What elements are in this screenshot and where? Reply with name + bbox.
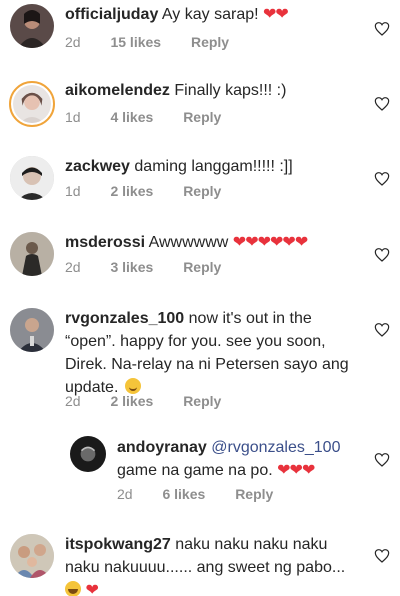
- like-heart-icon[interactable]: [374, 322, 390, 338]
- like-heart-icon[interactable]: [374, 96, 390, 112]
- comment-line: game na game na po. ❤❤❤: [117, 459, 340, 482]
- comment-body: rvgonzales_100 now it's out in the “open…: [65, 307, 365, 399]
- comment-username[interactable]: zackwey: [65, 158, 130, 175]
- reply-button[interactable]: Reply: [183, 183, 221, 199]
- comment-text: daming langgam!!!!! :]]: [134, 158, 293, 175]
- avatar-image: [10, 4, 54, 48]
- comment-time: 2d: [65, 34, 81, 50]
- comment-meta: 1d 2 likes Reply: [65, 183, 221, 199]
- avatar[interactable]: [10, 534, 54, 578]
- avatar[interactable]: [9, 81, 55, 127]
- comment-line: rvgonzales_100 now it's out in the: [65, 307, 365, 330]
- avatar[interactable]: [10, 156, 54, 200]
- comment-likes[interactable]: 2 likes: [110, 393, 153, 409]
- comment-meta: 2d 2 likes Reply: [65, 393, 221, 409]
- like-heart-icon[interactable]: [374, 247, 390, 263]
- comment-text: Awwwwww: [148, 234, 229, 251]
- avatar[interactable]: [10, 308, 54, 352]
- smile-emoji-icon: [124, 378, 141, 394]
- reply-button[interactable]: Reply: [191, 34, 229, 50]
- heart-emoji: ❤❤❤❤❤❤: [232, 234, 308, 251]
- like-heart-icon[interactable]: [374, 452, 390, 468]
- comment-line: itspokwang27 naku naku naku naku: [65, 533, 365, 556]
- avatar[interactable]: [10, 232, 54, 276]
- comment-username[interactable]: rvgonzales_100: [65, 310, 184, 327]
- comment-text: Ay kay sarap!: [161, 6, 259, 23]
- comment-text: Finally kaps!!! :): [174, 82, 287, 99]
- avatar-image: [10, 156, 54, 200]
- heart-emoji: ❤❤❤: [277, 462, 315, 479]
- comment-line: andoyranay @rvgonzales_100: [117, 436, 340, 459]
- comment-text: naku naku naku naku: [175, 536, 328, 553]
- comment-likes[interactable]: 4 likes: [110, 109, 153, 125]
- comment-time: 1d: [65, 109, 81, 125]
- reply-button[interactable]: Reply: [183, 393, 221, 409]
- comment-time: 1d: [65, 183, 81, 199]
- reply-button[interactable]: Reply: [183, 109, 221, 125]
- comment-body: officialjuday Ay kay sarap! ❤❤: [65, 3, 289, 26]
- avatar[interactable]: [70, 436, 106, 472]
- comment-likes[interactable]: 2 likes: [110, 183, 153, 199]
- avatar-image: [10, 232, 54, 276]
- comment-username[interactable]: andoyranay: [117, 439, 207, 456]
- comment-text: Direk. Na-relay na ni Petersen sayo ang: [65, 356, 349, 373]
- comment-text: naku nakuuuu...... ang sweet ng pabo...: [65, 559, 346, 576]
- like-heart-icon[interactable]: [374, 548, 390, 564]
- comment-body: msderossi Awwwwww ❤❤❤❤❤❤: [65, 231, 308, 254]
- comment-username[interactable]: aikomelendez: [65, 82, 170, 99]
- comment-body: aikomelendez Finally kaps!!! :): [65, 79, 286, 102]
- comment-meta: 1d 4 likes Reply: [65, 109, 221, 125]
- avatar-image: [13, 85, 51, 123]
- avatar-image: [10, 534, 54, 578]
- laughing-emoji-icon: [65, 581, 81, 596]
- comment-likes[interactable]: 3 likes: [110, 259, 153, 275]
- comment-username[interactable]: officialjuday: [65, 6, 158, 23]
- comment-time: 2d: [117, 486, 133, 502]
- comment-body: itspokwang27 naku naku naku naku naku na…: [65, 533, 365, 596]
- comment-line: ❤: [65, 579, 365, 596]
- heart-emoji: ❤❤: [263, 6, 289, 23]
- comment-username[interactable]: msderossi: [65, 234, 145, 251]
- comment-meta: 2d 3 likes Reply: [65, 259, 221, 275]
- comment-text: now it's out in the: [188, 310, 312, 327]
- comment-username[interactable]: itspokwang27: [65, 536, 171, 553]
- like-heart-icon[interactable]: [374, 171, 390, 187]
- avatar[interactable]: [10, 4, 54, 48]
- comment-body: zackwey daming langgam!!!!! :]]: [65, 155, 293, 178]
- comment-text: game na game na po.: [117, 462, 273, 479]
- comment-time: 2d: [65, 393, 81, 409]
- comment-meta: 2d 6 likes Reply: [117, 486, 273, 502]
- avatar-image: [70, 436, 106, 472]
- reply-button[interactable]: Reply: [235, 486, 273, 502]
- heart-emoji: ❤: [85, 582, 98, 596]
- comment-body: andoyranay @rvgonzales_100 game na game …: [117, 436, 340, 482]
- comment-meta: 2d 15 likes Reply: [65, 34, 229, 50]
- comment-time: 2d: [65, 259, 81, 275]
- like-heart-icon[interactable]: [374, 21, 390, 37]
- mention-link[interactable]: @rvgonzales_100: [211, 439, 340, 456]
- comment-text: “open”. happy for you. see you soon,: [65, 333, 326, 350]
- avatar-image: [10, 308, 54, 352]
- comment-likes[interactable]: 6 likes: [162, 486, 205, 502]
- comment-likes[interactable]: 15 likes: [110, 34, 161, 50]
- reply-button[interactable]: Reply: [183, 259, 221, 275]
